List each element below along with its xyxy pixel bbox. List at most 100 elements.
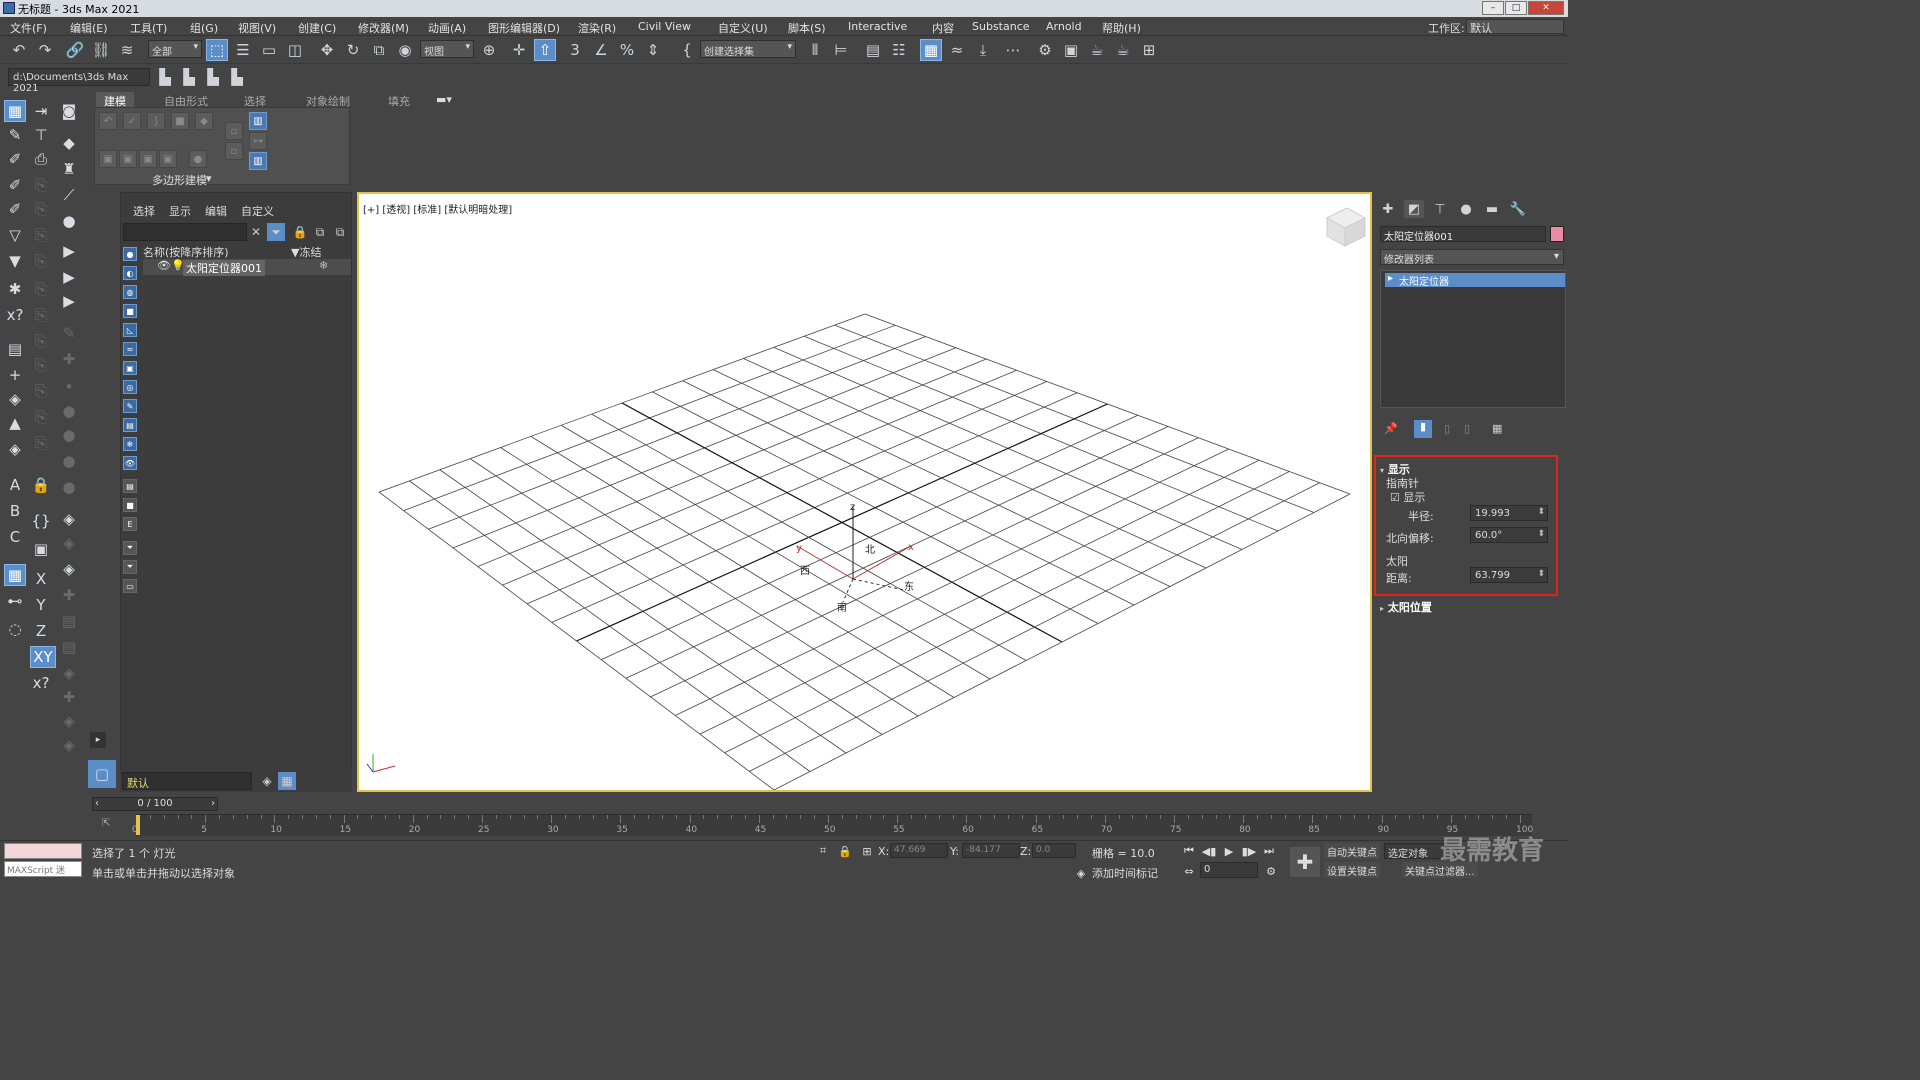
- rib-tool-7-icon[interactable]: ▣: [119, 150, 137, 168]
- stack2-icon[interactable]: ◈: [4, 438, 26, 460]
- select-manipulate-icon[interactable]: ✛: [508, 39, 530, 61]
- name-column-header[interactable]: 名称(按降序排序): [143, 244, 229, 260]
- render-box-icon[interactable]: ▶: [58, 290, 80, 312]
- rib-tool-8-icon[interactable]: ▣: [139, 150, 157, 168]
- ribbon-panel-dropdown-icon[interactable]: ▾: [206, 172, 212, 185]
- object-color-swatch[interactable]: [1550, 226, 1564, 242]
- filter-helpers-icon[interactable]: ◺: [123, 323, 137, 337]
- hammer-icon[interactable]: ⊤: [30, 124, 52, 146]
- axis-y-icon[interactable]: Y: [30, 594, 52, 616]
- lock-se-icon[interactable]: 🔒: [291, 223, 309, 241]
- rib-tool-10-icon[interactable]: ●: [189, 150, 207, 168]
- add-time-tag[interactable]: 添加时间标记: [1092, 865, 1158, 881]
- filter-all-icon[interactable]: ▤: [123, 479, 137, 493]
- pin-stack-icon[interactable]: 📌: [1384, 422, 1398, 435]
- unlink-icon[interactable]: ⛓: [90, 39, 112, 61]
- rib-tool-3-icon[interactable]: ⟆: [147, 112, 165, 130]
- bind-spacewarp-icon[interactable]: ≋: [116, 39, 138, 61]
- rib-tool-2-icon[interactable]: ✓: [123, 112, 141, 130]
- filter-containers-icon[interactable]: ▤: [123, 418, 137, 432]
- perspective-viewport[interactable]: [+] [透视] [标准] [默认明暗处理] z y x 北 西 东 南: [357, 192, 1372, 792]
- menu-file[interactable]: 文件(F): [10, 20, 47, 36]
- rect-selection-icon[interactable]: ▭: [258, 39, 280, 61]
- se-menu-edit[interactable]: 编辑: [205, 203, 227, 219]
- maxscript-listener-input[interactable]: [4, 843, 82, 859]
- project-open-icon[interactable]: ▙: [154, 66, 176, 88]
- text-a-icon[interactable]: A: [4, 474, 26, 496]
- percent-snap-icon[interactable]: %: [616, 39, 638, 61]
- play-icon[interactable]: ▶: [1220, 843, 1238, 859]
- keyboard-shortcut-icon[interactable]: ⇧: [534, 39, 556, 61]
- expand-arrow-icon[interactable]: ▸: [90, 732, 106, 748]
- toggle-ribbon-icon[interactable]: ☷: [888, 39, 910, 61]
- snowflake-icon[interactable]: ✱: [4, 278, 26, 300]
- configure-sets-icon[interactable]: ▦: [1492, 422, 1502, 435]
- filter-cameras-icon[interactable]: ■: [123, 304, 137, 318]
- absolute-mode-icon[interactable]: ⊞: [858, 843, 876, 859]
- pivot-center-icon[interactable]: ⊕: [478, 39, 500, 61]
- ruler-icon[interactable]: ⟋: [58, 184, 80, 206]
- menu-help[interactable]: 帮助(H): [1102, 20, 1141, 36]
- braces-icon[interactable]: {}: [30, 510, 52, 532]
- scene-search-input[interactable]: [123, 223, 247, 241]
- menu-arnold[interactable]: Arnold: [1046, 20, 1082, 33]
- axis-xy-icon[interactable]: XY: [30, 646, 56, 668]
- isolate-selection-icon[interactable]: ⌗: [814, 843, 832, 859]
- menu-content[interactable]: 内容: [932, 20, 954, 36]
- film-icon[interactable]: ▶: [58, 240, 80, 262]
- angle-snap-icon[interactable]: ∠: [590, 39, 612, 61]
- rib-tool-12-icon[interactable]: ▫: [225, 142, 243, 160]
- filter-folder-icon[interactable]: ▭: [123, 579, 137, 593]
- display-tab-icon[interactable]: ▬: [1482, 200, 1502, 218]
- filter-funnel-icon[interactable]: ⏷: [123, 541, 137, 555]
- lock-icon[interactable]: 🔒: [30, 474, 52, 496]
- stack-icon[interactable]: ◈: [4, 388, 26, 410]
- play-box-icon[interactable]: ▶: [58, 266, 80, 288]
- layer-icon[interactable]: ⧉: [331, 223, 349, 241]
- select-object-icon[interactable]: ⬚: [206, 39, 228, 61]
- show-end-result-icon[interactable]: ▮: [1414, 420, 1432, 438]
- hierarchy-tab-icon[interactable]: ⊤: [1430, 200, 1450, 218]
- filter-spacewarps-icon[interactable]: ≈: [123, 342, 137, 356]
- bucket-icon[interactable]: ◆: [58, 132, 80, 154]
- menu-interactive[interactable]: Interactive: [848, 20, 907, 33]
- motion-tab-icon[interactable]: ●: [1456, 200, 1476, 218]
- prev-frame-icon[interactable]: ‹: [95, 798, 99, 809]
- expand-triangle-icon[interactable]: ▸: [1388, 273, 1393, 284]
- prev-key-icon[interactable]: ◀▮: [1200, 843, 1218, 859]
- select-tool-icon[interactable]: ▦: [4, 100, 26, 122]
- rib-tool-13-icon[interactable]: ▥: [249, 112, 267, 130]
- undo-icon[interactable]: ↶: [8, 39, 30, 61]
- filter-funnel2-icon[interactable]: ⏷: [123, 560, 137, 574]
- link-tool-icon[interactable]: ✐: [4, 148, 26, 170]
- stack4-icon[interactable]: ◈: [58, 558, 80, 580]
- hierarchy-icon[interactable]: ⧉: [311, 223, 329, 241]
- selection-filter-dropdown[interactable]: 全部: [148, 40, 202, 58]
- layers-icon[interactable]: ▤: [4, 338, 26, 360]
- frame-ruler[interactable]: 0 5 10 15 20 25 30 35 40 45 50 55 60 65 70 75 80 85 90 95 10…: [132, 814, 1533, 836]
- stack3-icon[interactable]: ◈: [58, 508, 80, 530]
- key-mode-icon[interactable]: ⇔: [1180, 863, 1198, 879]
- menu-views[interactable]: 视图(V): [238, 20, 276, 36]
- filter-none-icon[interactable]: ■: [123, 498, 137, 512]
- rib-tool-9-icon[interactable]: ▣: [159, 150, 177, 168]
- menu-customize[interactable]: 自定义(U): [718, 20, 768, 36]
- menu-rendering[interactable]: 渲染(R): [578, 20, 616, 36]
- set-key-button[interactable]: 设置关键点: [1324, 862, 1380, 878]
- move-icon[interactable]: ✥: [316, 39, 338, 61]
- camera-icon[interactable]: ◙: [58, 100, 80, 122]
- select-by-name-icon[interactable]: ☰: [232, 39, 254, 61]
- window-crossing-icon[interactable]: ◫: [284, 39, 306, 61]
- layer-dropdown[interactable]: 默认: [122, 772, 252, 790]
- project-folder-icon[interactable]: ▙: [202, 66, 224, 88]
- rib-tool-1-icon[interactable]: ↶: [99, 112, 117, 130]
- curve-editor-icon[interactable]: ▦: [920, 39, 942, 61]
- dotted-circle-icon[interactable]: ◌: [4, 618, 26, 640]
- spinner-snap-icon[interactable]: ⇕: [642, 39, 664, 61]
- layer-explorer-icon[interactable]: ▤: [862, 39, 884, 61]
- visibility-eye-icon[interactable]: 👁: [157, 259, 171, 272]
- remove-modifier-icon[interactable]: ▯: [1464, 422, 1470, 435]
- shirt-icon[interactable]: ♜: [58, 158, 80, 180]
- grid-select-icon[interactable]: ▦: [4, 564, 26, 586]
- se-menu-customize[interactable]: 自定义: [241, 203, 274, 219]
